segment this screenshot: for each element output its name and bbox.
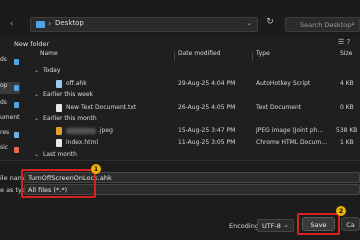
file-date: 15-Aug-25 3:47 PM — [178, 127, 236, 134]
sidebar-item-label: ds — [0, 56, 7, 63]
sidebar-item-desktop[interactable]: op — [0, 82, 20, 94]
save-button[interactable]: Save — [302, 217, 335, 231]
pictures-icon — [14, 132, 19, 138]
file-size: 4 KB — [340, 80, 354, 87]
file-type: JPEG image (Joint ph... — [256, 127, 324, 134]
encoding-value: UTF-8 — [262, 222, 281, 230]
redacted-filename — [66, 128, 96, 134]
group-label: Last month — [43, 151, 77, 158]
chevron-down-icon[interactable]: ⌄ — [246, 19, 252, 27]
search-placeholder: Search Desktop — [300, 21, 352, 29]
group-header-today[interactable]: ⌄ Today — [34, 67, 60, 74]
file-name: index.html — [66, 139, 98, 146]
sidebar-item-label: uments — [0, 114, 20, 121]
download-icon — [14, 59, 19, 65]
address-toolbar: ‹ › Desktop ⌄ ↻ Search Desktop ⌕ — [0, 0, 360, 38]
search-input[interactable]: Search Desktop ⌕ — [285, 17, 360, 32]
file-name: .jpeg — [98, 127, 113, 134]
image-file-icon — [56, 127, 62, 135]
desktop-icon — [14, 85, 19, 91]
sidebar-item-music[interactable]: sic — [0, 144, 20, 156]
breadcrumb-separator: › — [48, 19, 52, 28]
step-badge-1: 1 — [91, 164, 101, 174]
column-header-date[interactable]: Date modified — [178, 50, 221, 62]
sidebar-item-label: ds — [0, 99, 7, 106]
table-row[interactable]: New Text Document.txt 26-Aug-25 4:05 PM … — [22, 102, 360, 114]
encoding-select[interactable]: UTF-8 ⌄ — [257, 219, 294, 232]
file-size: 538 KB — [336, 127, 358, 134]
file-size: 0 KB — [340, 104, 354, 111]
text-file-icon — [56, 104, 62, 112]
address-bar[interactable]: › Desktop ⌄ — [30, 17, 258, 32]
table-row[interactable]: off.ahk 29-Aug-25 4:04 PM AutoHotkey Scr… — [22, 78, 360, 90]
chevron-down-icon: ⌄ — [34, 91, 40, 98]
music-icon — [14, 147, 19, 153]
column-divider[interactable] — [252, 52, 253, 61]
column-header-size[interactable]: Size — [340, 50, 352, 62]
file-size: 1 KB — [340, 139, 354, 146]
file-type: AutoHotkey Script — [256, 80, 311, 87]
group-header-earlier-this-month[interactable]: ⌄ Earlier this month — [34, 115, 97, 122]
file-date: 26-Aug-25 4:05 PM — [178, 104, 236, 111]
save-panel: ile name: TurnOffScreenOnLock.ahk e as t… — [0, 160, 360, 240]
highlight-box-1 — [21, 169, 96, 198]
group-label: Earlier this week — [43, 91, 93, 98]
column-divider[interactable] — [174, 52, 175, 61]
table-row[interactable]: .jpeg 15-Aug-25 3:47 PM JPEG image (Join… — [22, 125, 360, 137]
sidebar-item-pictures[interactable]: res — [0, 129, 20, 141]
sidebar-item-downloads-2[interactable]: ds — [0, 99, 20, 111]
new-folder-button[interactable]: New folder — [14, 40, 49, 48]
step-badge-2: 2 — [336, 206, 346, 216]
table-row[interactable]: index.html 11-Aug-25 3:05 PM Chrome HTML… — [22, 137, 360, 149]
search-icon: ⌕ — [351, 20, 355, 28]
group-label: Today — [43, 67, 61, 74]
file-type: Text Document — [256, 104, 302, 111]
sidebar-item-documents[interactable]: uments — [0, 114, 20, 126]
chevron-down-icon: ⌄ — [283, 221, 289, 229]
file-date: 29-Aug-25 4:04 PM — [178, 80, 236, 87]
breadcrumb-desktop[interactable]: Desktop — [55, 19, 84, 27]
sidebar-item-downloads[interactable]: ds — [0, 56, 20, 68]
file-list: Name Date modified Type Size ⌄ Today off.… — [22, 50, 360, 172]
file-name: New Text Document.txt — [66, 104, 137, 111]
download-icon — [14, 102, 19, 108]
navigation-pane: ds op ds uments res sic os — [0, 54, 20, 172]
file-type: Chrome HTML Docum... — [256, 139, 328, 146]
ahk-file-icon — [56, 80, 62, 88]
file-name: off.ahk — [66, 80, 87, 87]
sidebar-item-label: sic — [0, 144, 9, 151]
group-header-earlier-this-week[interactable]: ⌄ Earlier this week — [34, 91, 93, 98]
html-file-icon — [56, 139, 62, 147]
view-options-icon[interactable]: ☰ ? — [338, 38, 360, 49]
chevron-down-icon: ⌄ — [34, 67, 40, 74]
column-header-name[interactable]: Name — [40, 50, 58, 62]
folder-icon — [36, 21, 45, 28]
group-label: Earlier this month — [43, 115, 97, 122]
cancel-button[interactable]: Ca — [341, 217, 360, 231]
back-arrow-icon[interactable]: ‹ — [10, 19, 14, 29]
column-header-type[interactable]: Type — [256, 50, 270, 62]
group-header-last-month[interactable]: ⌄ Last month — [34, 151, 77, 158]
chevron-down-icon: ⌄ — [34, 115, 40, 122]
refresh-icon[interactable]: ↻ — [263, 17, 277, 32]
file-date: 11-Aug-25 3:05 PM — [178, 139, 236, 146]
chevron-down-icon: ⌄ — [34, 151, 40, 158]
sidebar-item-label: res — [0, 129, 10, 136]
sidebar-item-label: op — [0, 82, 8, 89]
